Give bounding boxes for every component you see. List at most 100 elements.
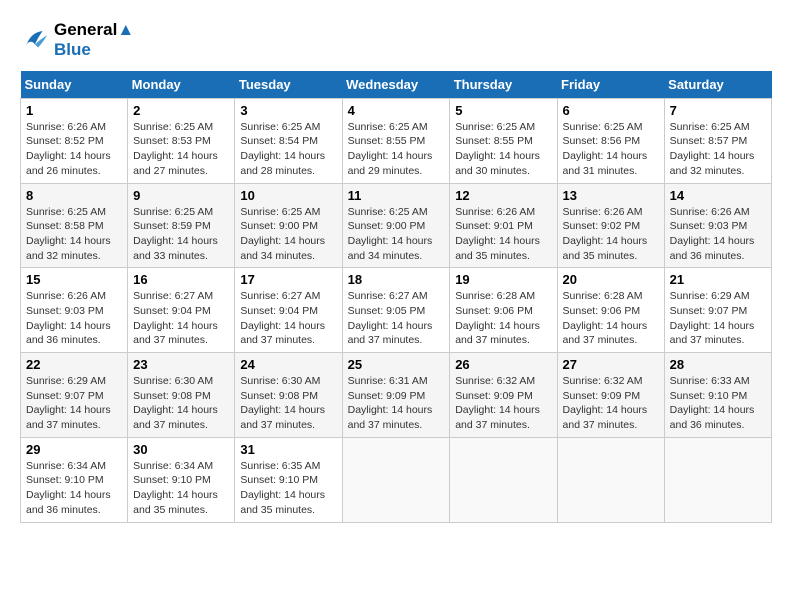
day-number: 6 [563,103,659,118]
calendar-cell: 9 Sunrise: 6:25 AMSunset: 8:59 PMDayligh… [128,183,235,268]
day-number: 25 [348,357,445,372]
day-number: 23 [133,357,229,372]
day-number: 16 [133,272,229,287]
calendar-cell: 25 Sunrise: 6:31 AMSunset: 9:09 PMDaylig… [342,353,450,438]
day-number: 17 [240,272,336,287]
day-info: Sunrise: 6:30 AMSunset: 9:08 PMDaylight:… [133,374,229,433]
day-info: Sunrise: 6:25 AMSunset: 9:00 PMDaylight:… [348,205,445,264]
calendar-cell: 24 Sunrise: 6:30 AMSunset: 9:08 PMDaylig… [235,353,342,438]
calendar-cell [450,437,557,522]
day-number: 30 [133,442,229,457]
day-info: Sunrise: 6:27 AMSunset: 9:04 PMDaylight:… [240,289,336,348]
day-number: 13 [563,188,659,203]
day-info: Sunrise: 6:27 AMSunset: 9:05 PMDaylight:… [348,289,445,348]
calendar-cell: 4 Sunrise: 6:25 AMSunset: 8:55 PMDayligh… [342,98,450,183]
day-info: Sunrise: 6:26 AMSunset: 9:03 PMDaylight:… [670,205,766,264]
day-number: 10 [240,188,336,203]
day-number: 29 [26,442,122,457]
day-number: 2 [133,103,229,118]
day-info: Sunrise: 6:25 AMSunset: 8:55 PMDaylight:… [348,120,445,179]
day-number: 3 [240,103,336,118]
weekday-header-friday: Friday [557,71,664,99]
calendar-table: SundayMondayTuesdayWednesdayThursdayFrid… [20,71,772,523]
day-info: Sunrise: 6:25 AMSunset: 8:57 PMDaylight:… [670,120,766,179]
calendar-cell [342,437,450,522]
day-number: 9 [133,188,229,203]
day-number: 27 [563,357,659,372]
day-info: Sunrise: 6:35 AMSunset: 9:10 PMDaylight:… [240,459,336,518]
day-info: Sunrise: 6:31 AMSunset: 9:09 PMDaylight:… [348,374,445,433]
day-number: 28 [670,357,766,372]
day-info: Sunrise: 6:25 AMSunset: 9:00 PMDaylight:… [240,205,336,264]
day-info: Sunrise: 6:33 AMSunset: 9:10 PMDaylight:… [670,374,766,433]
calendar-cell: 22 Sunrise: 6:29 AMSunset: 9:07 PMDaylig… [21,353,128,438]
day-info: Sunrise: 6:29 AMSunset: 9:07 PMDaylight:… [26,374,122,433]
day-number: 20 [563,272,659,287]
calendar-cell: 2 Sunrise: 6:25 AMSunset: 8:53 PMDayligh… [128,98,235,183]
calendar-cell: 3 Sunrise: 6:25 AMSunset: 8:54 PMDayligh… [235,98,342,183]
calendar-cell: 7 Sunrise: 6:25 AMSunset: 8:57 PMDayligh… [664,98,771,183]
calendar-cell: 28 Sunrise: 6:33 AMSunset: 9:10 PMDaylig… [664,353,771,438]
calendar-cell: 18 Sunrise: 6:27 AMSunset: 9:05 PMDaylig… [342,268,450,353]
calendar-cell: 10 Sunrise: 6:25 AMSunset: 9:00 PMDaylig… [235,183,342,268]
calendar-cell: 14 Sunrise: 6:26 AMSunset: 9:03 PMDaylig… [664,183,771,268]
day-number: 11 [348,188,445,203]
day-info: Sunrise: 6:26 AMSunset: 9:03 PMDaylight:… [26,289,122,348]
day-number: 22 [26,357,122,372]
calendar-cell: 13 Sunrise: 6:26 AMSunset: 9:02 PMDaylig… [557,183,664,268]
calendar-cell: 6 Sunrise: 6:25 AMSunset: 8:56 PMDayligh… [557,98,664,183]
day-number: 1 [26,103,122,118]
calendar-cell: 31 Sunrise: 6:35 AMSunset: 9:10 PMDaylig… [235,437,342,522]
calendar-cell: 20 Sunrise: 6:28 AMSunset: 9:06 PMDaylig… [557,268,664,353]
day-info: Sunrise: 6:25 AMSunset: 8:53 PMDaylight:… [133,120,229,179]
day-number: 21 [670,272,766,287]
weekday-header-monday: Monday [128,71,235,99]
calendar-cell: 16 Sunrise: 6:27 AMSunset: 9:04 PMDaylig… [128,268,235,353]
weekday-header-sunday: Sunday [21,71,128,99]
calendar-cell [557,437,664,522]
calendar-cell: 26 Sunrise: 6:32 AMSunset: 9:09 PMDaylig… [450,353,557,438]
calendar-cell: 27 Sunrise: 6:32 AMSunset: 9:09 PMDaylig… [557,353,664,438]
calendar-cell: 30 Sunrise: 6:34 AMSunset: 9:10 PMDaylig… [128,437,235,522]
day-number: 26 [455,357,551,372]
day-info: Sunrise: 6:26 AMSunset: 9:01 PMDaylight:… [455,205,551,264]
day-info: Sunrise: 6:25 AMSunset: 8:55 PMDaylight:… [455,120,551,179]
day-info: Sunrise: 6:29 AMSunset: 9:07 PMDaylight:… [670,289,766,348]
day-info: Sunrise: 6:32 AMSunset: 9:09 PMDaylight:… [563,374,659,433]
day-info: Sunrise: 6:28 AMSunset: 9:06 PMDaylight:… [563,289,659,348]
page-header: General▲ Blue [20,20,772,61]
weekday-header-saturday: Saturday [664,71,771,99]
calendar-cell: 29 Sunrise: 6:34 AMSunset: 9:10 PMDaylig… [21,437,128,522]
calendar-cell [664,437,771,522]
weekday-header-thursday: Thursday [450,71,557,99]
day-number: 4 [348,103,445,118]
calendar-cell: 17 Sunrise: 6:27 AMSunset: 9:04 PMDaylig… [235,268,342,353]
day-info: Sunrise: 6:25 AMSunset: 8:56 PMDaylight:… [563,120,659,179]
day-number: 12 [455,188,551,203]
day-info: Sunrise: 6:25 AMSunset: 8:58 PMDaylight:… [26,205,122,264]
day-info: Sunrise: 6:25 AMSunset: 8:59 PMDaylight:… [133,205,229,264]
calendar-cell: 19 Sunrise: 6:28 AMSunset: 9:06 PMDaylig… [450,268,557,353]
day-info: Sunrise: 6:34 AMSunset: 9:10 PMDaylight:… [133,459,229,518]
logo: General▲ Blue [20,20,134,61]
day-info: Sunrise: 6:30 AMSunset: 9:08 PMDaylight:… [240,374,336,433]
day-info: Sunrise: 6:34 AMSunset: 9:10 PMDaylight:… [26,459,122,518]
day-info: Sunrise: 6:26 AMSunset: 8:52 PMDaylight:… [26,120,122,179]
calendar-cell: 1 Sunrise: 6:26 AMSunset: 8:52 PMDayligh… [21,98,128,183]
calendar-cell: 15 Sunrise: 6:26 AMSunset: 9:03 PMDaylig… [21,268,128,353]
weekday-header-tuesday: Tuesday [235,71,342,99]
day-number: 15 [26,272,122,287]
day-info: Sunrise: 6:27 AMSunset: 9:04 PMDaylight:… [133,289,229,348]
day-number: 7 [670,103,766,118]
day-info: Sunrise: 6:32 AMSunset: 9:09 PMDaylight:… [455,374,551,433]
calendar-cell: 12 Sunrise: 6:26 AMSunset: 9:01 PMDaylig… [450,183,557,268]
weekday-header-wednesday: Wednesday [342,71,450,99]
calendar-cell: 11 Sunrise: 6:25 AMSunset: 9:00 PMDaylig… [342,183,450,268]
day-number: 18 [348,272,445,287]
day-number: 24 [240,357,336,372]
day-number: 31 [240,442,336,457]
calendar-cell: 21 Sunrise: 6:29 AMSunset: 9:07 PMDaylig… [664,268,771,353]
day-number: 8 [26,188,122,203]
day-info: Sunrise: 6:26 AMSunset: 9:02 PMDaylight:… [563,205,659,264]
day-number: 19 [455,272,551,287]
